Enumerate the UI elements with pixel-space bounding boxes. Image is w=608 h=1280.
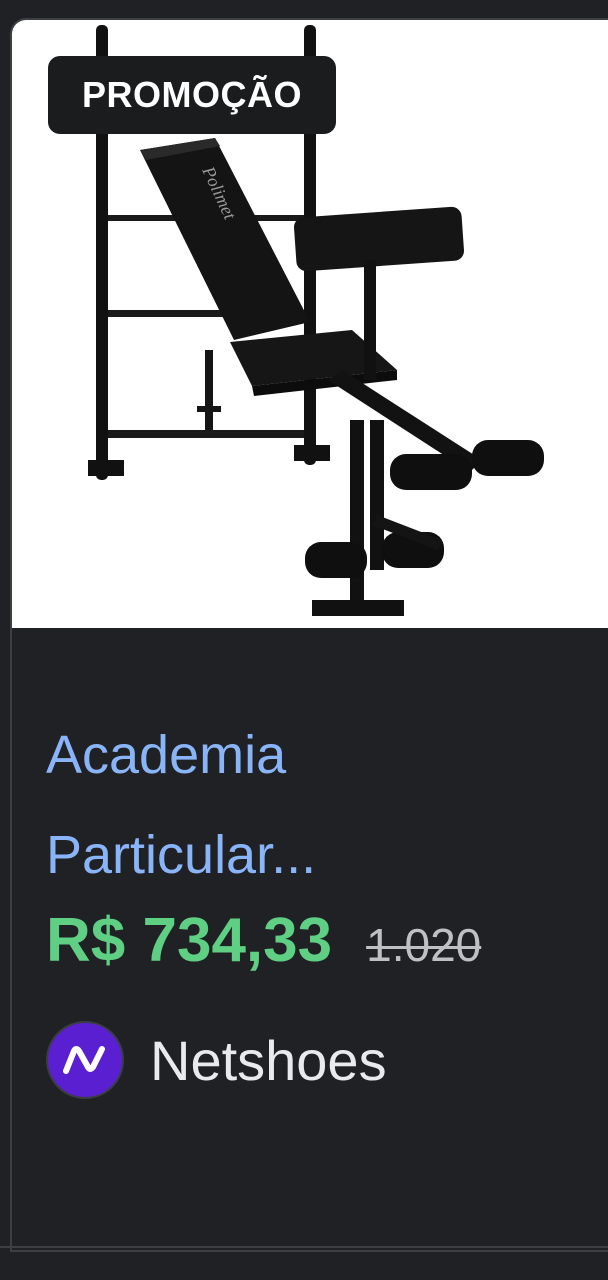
product-title[interactable]: Academia Particular... [46, 705, 566, 905]
store-row[interactable]: Netshoes [46, 1020, 387, 1100]
original-price: 1.020 [366, 919, 482, 971]
store-name: Netshoes [150, 1028, 387, 1092]
product-image[interactable]: Polimet PROMOÇÃO [12, 20, 608, 628]
netshoes-logo-icon [46, 1021, 124, 1099]
divider [0, 1246, 608, 1248]
price-row: R$ 734,33 1.020 [46, 905, 481, 985]
page: Polimet PROMOÇÃO Academia Particular... … [0, 0, 608, 1280]
current-price: R$ 734,33 [46, 906, 333, 975]
product-card[interactable]: Polimet PROMOÇÃO Academia Particular... … [10, 18, 608, 1252]
promo-badge: PROMOÇÃO [48, 56, 336, 134]
